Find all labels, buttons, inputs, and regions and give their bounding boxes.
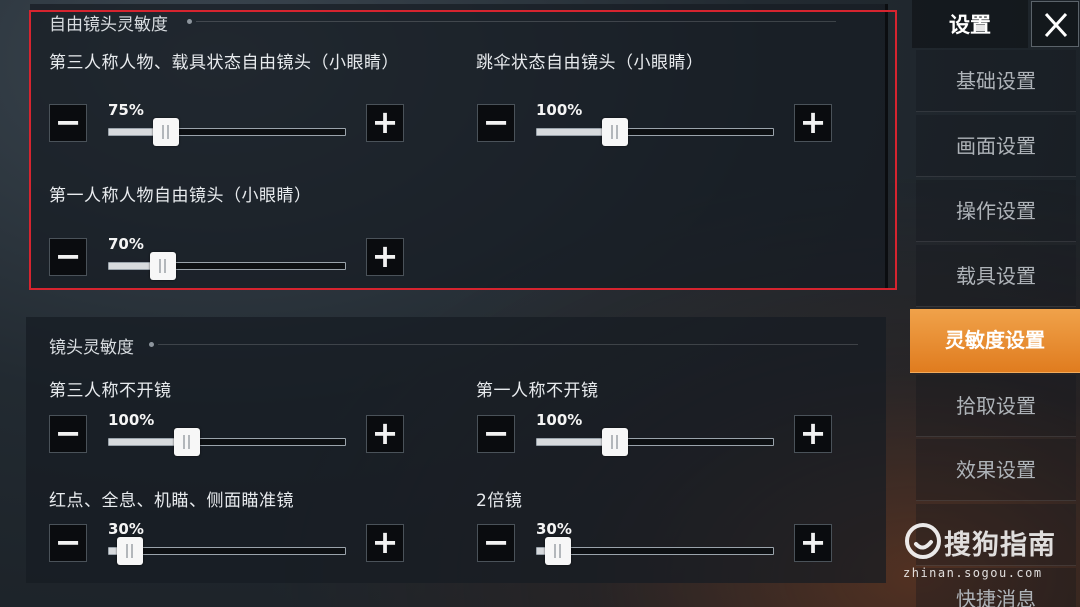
slider-thumb[interactable] <box>545 537 572 565</box>
slider-label-2x-scope: 2倍镜 <box>476 491 523 511</box>
sidebar-item-vehicle[interactable]: 载具设置 <box>916 245 1076 307</box>
increase-button[interactable]: + <box>794 524 832 562</box>
slider-thumb[interactable] <box>117 537 144 565</box>
section-title-lens: 镜头灵敏度 <box>49 338 134 358</box>
decrease-button[interactable]: − <box>49 524 87 562</box>
slider-value: 75% <box>108 101 144 119</box>
increase-button[interactable]: + <box>366 238 404 276</box>
slider-track[interactable] <box>108 537 346 565</box>
lens-sensitivity-panel <box>26 317 886 583</box>
slider-label-tpp-no-scope: 第三人称不开镜 <box>49 381 172 401</box>
sidebar-item-pickup[interactable]: 拾取设置 <box>916 375 1076 437</box>
watermark-text: 搜狗指南 <box>944 530 1056 561</box>
slider-track[interactable] <box>536 537 774 565</box>
increase-button[interactable]: + <box>794 104 832 142</box>
close-button[interactable] <box>1031 1 1079 47</box>
sidebar-item-controls[interactable]: 操作设置 <box>916 180 1076 242</box>
slider-thumb[interactable] <box>601 428 628 456</box>
slider-label-fpp-no-scope: 第一人称不开镜 <box>476 381 599 401</box>
slider-thumb[interactable] <box>150 252 177 280</box>
increase-button[interactable]: + <box>794 415 832 453</box>
decrease-button[interactable]: − <box>477 415 515 453</box>
sidebar-item-effects[interactable]: 效果设置 <box>916 439 1076 501</box>
free-camera-panel <box>30 4 888 288</box>
decrease-button[interactable]: − <box>477 104 515 142</box>
slider-track[interactable] <box>108 252 346 280</box>
slider-label-tpp-free: 第三人称人物、载具状态自由镜头（小眼睛） <box>49 53 399 73</box>
watermark-url: zhinan.sogou.com <box>903 566 1043 580</box>
section-divider <box>196 21 836 22</box>
slider-track[interactable] <box>108 428 346 456</box>
section-dot <box>149 342 154 347</box>
decrease-button[interactable]: − <box>49 104 87 142</box>
sidebar-item-basic[interactable]: 基础设置 <box>916 50 1076 112</box>
slider-thumb[interactable] <box>152 118 179 146</box>
slider-value: 100% <box>536 101 583 119</box>
sidebar-item-graphics[interactable]: 画面设置 <box>916 115 1076 177</box>
slider-track[interactable] <box>108 118 346 146</box>
section-dot <box>187 19 192 24</box>
slider-label-parachute-free: 跳伞状态自由镜头（小眼睛） <box>476 53 704 73</box>
decrease-button[interactable]: − <box>477 524 515 562</box>
slider-value: 100% <box>536 411 583 429</box>
decrease-button[interactable]: − <box>49 238 87 276</box>
close-icon <box>1044 12 1068 38</box>
increase-button[interactable]: + <box>366 415 404 453</box>
slider-label-fpp-free: 第一人称人物自由镜头（小眼睛） <box>49 186 312 206</box>
slider-value: 70% <box>108 235 144 253</box>
section-title-free-camera: 自由镜头灵敏度 <box>49 15 168 35</box>
increase-button[interactable]: + <box>366 524 404 562</box>
slider-label-red-dot-scopes: 红点、全息、机瞄、侧面瞄准镜 <box>49 491 294 511</box>
slider-track[interactable] <box>536 118 774 146</box>
sidebar-item-sensitivity[interactable]: 灵敏度设置 <box>910 309 1080 373</box>
slider-track[interactable] <box>536 428 774 456</box>
slider-value: 100% <box>108 411 155 429</box>
decrease-button[interactable]: − <box>49 415 87 453</box>
section-divider <box>158 344 858 345</box>
settings-title: 设置 <box>912 0 1028 48</box>
slider-thumb[interactable] <box>173 428 200 456</box>
slider-thumb[interactable] <box>601 118 628 146</box>
slider-value: 30% <box>108 520 144 538</box>
slider-value: 30% <box>536 520 572 538</box>
increase-button[interactable]: + <box>366 104 404 142</box>
sogou-logo-icon <box>905 523 941 559</box>
